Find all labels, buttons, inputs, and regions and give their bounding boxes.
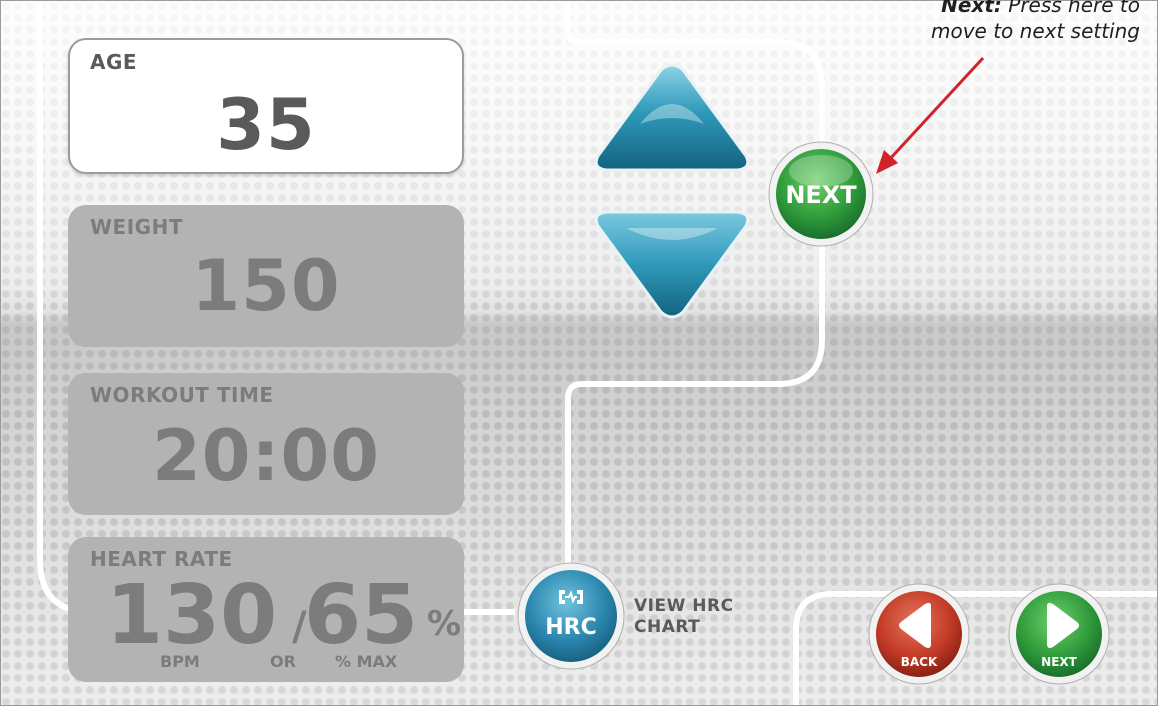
weight-label: WEIGHT xyxy=(90,215,183,239)
age-value: 35 xyxy=(216,84,316,166)
next-label: NEXT xyxy=(1041,655,1077,669)
increase-button[interactable] xyxy=(590,62,754,178)
callout-text-line2: move to next setting xyxy=(930,19,1140,43)
view-hrc-line2: CHART xyxy=(634,617,701,637)
callout-text-line1: Press here to xyxy=(1008,0,1140,17)
heart-rate-bpm-value: 130 xyxy=(106,568,278,663)
workout-time-field[interactable]: WORKOUT TIME 20:00 xyxy=(68,373,464,515)
age-field[interactable]: AGE 35 xyxy=(68,38,464,174)
decrease-button[interactable] xyxy=(590,206,754,322)
weight-field[interactable]: WEIGHT 150 xyxy=(68,205,464,347)
hrc-label: HRC xyxy=(545,615,597,640)
age-label: AGE xyxy=(90,50,138,74)
workout-time-value: 20:00 xyxy=(152,415,380,497)
heart-rate-percent-value: 65 xyxy=(304,568,419,663)
view-hrc-chart-caption: VIEW HRC CHART xyxy=(634,596,734,638)
heart-rate-percent-sign: % xyxy=(427,604,462,644)
or-caption: OR xyxy=(270,652,296,671)
bpm-caption: BPM xyxy=(160,652,200,671)
back-label: BACK xyxy=(901,655,938,669)
callout-note: Next: Press here to move to next setting xyxy=(840,0,1140,44)
callout-line1: Next: Press here to xyxy=(840,0,1140,18)
percent-max-caption: % MAX xyxy=(335,652,398,671)
weight-value: 150 xyxy=(191,245,341,327)
next-setting-button[interactable]: NEXT xyxy=(766,139,876,249)
next-button[interactable]: NEXT xyxy=(1007,582,1111,686)
console-screen: AGE 35 WEIGHT 150 WORKOUT TIME 20:00 HEA… xyxy=(0,0,1158,706)
hrc-chart-button[interactable]: HRC xyxy=(515,560,627,672)
heart-rate-field[interactable]: HEART RATE 130 / 65 % BPM OR % MAX xyxy=(68,537,464,682)
view-hrc-line1: VIEW HRC xyxy=(634,596,734,616)
back-button[interactable]: BACK xyxy=(867,582,971,686)
workout-time-label: WORKOUT TIME xyxy=(90,383,274,407)
next-setting-label: NEXT xyxy=(785,181,857,209)
callout-title: Next: xyxy=(941,0,1002,17)
triangle-down-icon xyxy=(594,210,750,319)
